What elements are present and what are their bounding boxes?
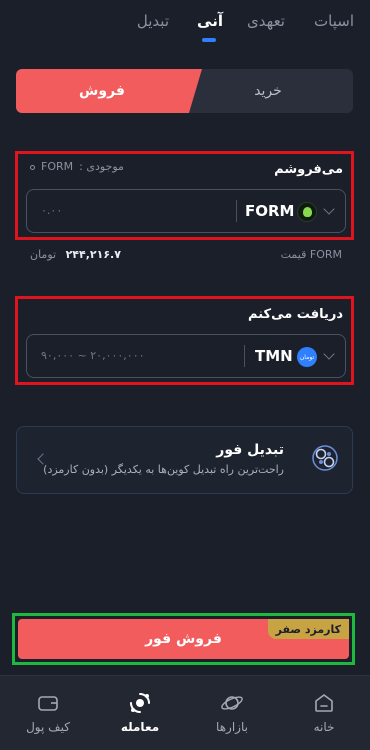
swap-icon bbox=[312, 445, 338, 471]
balance-value-icon bbox=[30, 165, 35, 170]
receive-amount-field[interactable]: ۹۰,۰۰۰ ~ ۲۰,۰۰۰,۰۰۰ TMN تومان bbox=[26, 334, 346, 378]
nav-item-markets[interactable]: بازارها bbox=[186, 676, 278, 750]
quick-swap-title: تبدیل فور bbox=[216, 442, 284, 458]
planet-icon bbox=[221, 696, 243, 710]
sell-amount-input[interactable]: ۰.۰۰ bbox=[41, 204, 62, 217]
nav-item-home[interactable]: خانه bbox=[278, 676, 370, 750]
price-label: قیمت FORM bbox=[280, 248, 342, 261]
field-divider bbox=[236, 200, 237, 222]
sell-button-wrapper: فروش فور کارمزد صفر bbox=[12, 613, 355, 665]
tab-instant[interactable]: آنی bbox=[197, 12, 223, 30]
balance-label: موجودی : bbox=[79, 160, 124, 173]
nav-label-wallet: کیف پول bbox=[26, 720, 70, 734]
nav-label-markets: بازارها bbox=[216, 720, 248, 734]
quick-swap-description: راحت‌ترین راه تبدیل کوین‌ها به یکدیگر (ب… bbox=[43, 463, 284, 476]
sell-tab[interactable]: فروش bbox=[16, 69, 202, 113]
bottom-navigation: خانه بازارها معامله کیف پول bbox=[0, 675, 370, 750]
sell-amount-field[interactable]: ۰.۰۰ FORM bbox=[26, 189, 346, 233]
sell-currency-label[interactable]: FORM bbox=[245, 202, 294, 220]
home-icon bbox=[315, 694, 333, 712]
tab-margin[interactable]: تعهدی bbox=[247, 12, 285, 30]
chevron-down-icon[interactable] bbox=[323, 348, 335, 360]
sell-section-title: می‌فروشم bbox=[274, 162, 343, 177]
tab-spot[interactable]: اسپات bbox=[314, 12, 354, 30]
toman-coin-icon: تومان bbox=[297, 347, 317, 367]
receive-amount-section: دریافت می‌کنم ۹۰,۰۰۰ ~ ۲۰,۰۰۰,۰۰۰ TMN تو… bbox=[15, 296, 354, 385]
balance-info: موجودی : FORM bbox=[30, 160, 124, 173]
top-tabs: اسپات تعهدی آنی تبدیل bbox=[0, 0, 370, 44]
form-coin-icon bbox=[297, 202, 317, 222]
field-divider bbox=[244, 345, 245, 367]
nav-label-trade: معامله bbox=[120, 720, 160, 734]
active-tab-indicator bbox=[202, 38, 216, 42]
trade-side-toggle: خرید فروش bbox=[16, 69, 353, 113]
zero-fee-badge: کارمزد صفر bbox=[267, 619, 349, 639]
receive-amount-input[interactable]: ۹۰,۰۰۰ ~ ۲۰,۰۰۰,۰۰۰ bbox=[41, 349, 145, 362]
chevron-down-icon[interactable] bbox=[323, 203, 335, 215]
tab-convert[interactable]: تبدیل bbox=[137, 12, 169, 30]
receive-section-title: دریافت می‌کنم bbox=[248, 307, 343, 322]
price-info-row: قیمت FORM ۲۴۴,۲۱۶.۷ تومان bbox=[30, 248, 342, 264]
quick-swap-card[interactable]: تبدیل فور راحت‌ترین راه تبدیل کوین‌ها به… bbox=[16, 426, 353, 494]
nav-item-wallet[interactable]: کیف پول bbox=[2, 676, 94, 750]
price-unit: تومان bbox=[30, 248, 57, 261]
price-number: ۲۴۴,۲۱۶.۷ bbox=[65, 248, 121, 261]
nav-label-home: خانه bbox=[313, 720, 335, 734]
sell-amount-section: می‌فروشم موجودی : FORM ۰.۰۰ FORM bbox=[15, 151, 354, 240]
wallet-icon bbox=[38, 696, 58, 711]
receive-currency-label[interactable]: TMN bbox=[255, 347, 293, 365]
buy-tab[interactable]: خرید bbox=[183, 69, 353, 113]
nav-item-trade[interactable]: معامله bbox=[94, 676, 186, 750]
trade-icon bbox=[130, 693, 150, 713]
price-value: ۲۴۴,۲۱۶.۷ تومان bbox=[30, 248, 121, 261]
balance-currency: FORM bbox=[41, 160, 74, 173]
